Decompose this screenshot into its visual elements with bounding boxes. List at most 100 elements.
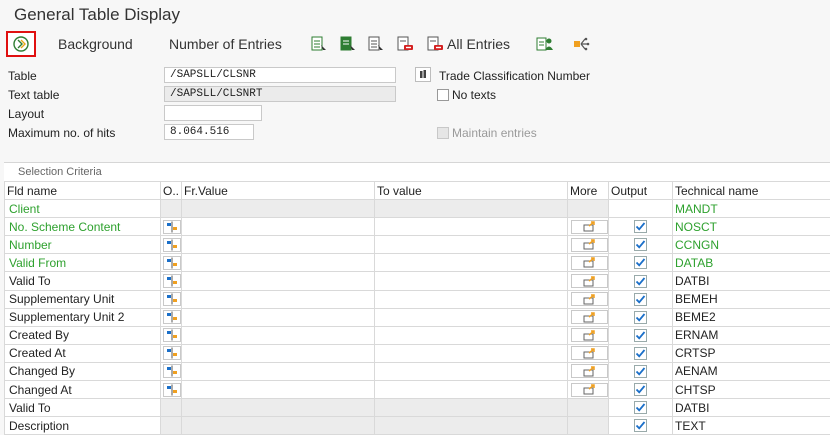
multiple-selection-button[interactable] (571, 237, 608, 252)
row-option-cell[interactable] (160, 361, 182, 382)
output-checkbox[interactable] (611, 220, 670, 234)
output-checkbox[interactable] (611, 238, 670, 252)
row-output-cell[interactable] (608, 343, 673, 363)
row-to-value-input[interactable] (374, 307, 568, 327)
multiple-selection-button[interactable] (571, 292, 608, 307)
output-checkbox[interactable] (611, 419, 670, 433)
field-selection-icon[interactable] (572, 35, 590, 53)
row-from-value-input[interactable] (181, 217, 375, 237)
row-from-value-input[interactable] (181, 361, 375, 382)
selection-option-button[interactable] (163, 346, 181, 361)
user-settings-icon[interactable] (536, 35, 554, 53)
output-checkbox[interactable] (611, 364, 670, 378)
row-from-value-input[interactable] (181, 253, 375, 273)
row-output-cell[interactable] (608, 361, 673, 382)
delete-selection-icon[interactable] (396, 35, 414, 53)
selection-option-button[interactable] (163, 255, 181, 270)
row-to-value-input[interactable] (374, 325, 568, 345)
multiple-selection-button[interactable] (571, 364, 608, 379)
row-option-cell[interactable] (160, 271, 182, 291)
row-to-value-input[interactable] (374, 289, 568, 309)
output-checkbox[interactable] (611, 292, 670, 306)
row-from-value-input[interactable] (181, 289, 375, 309)
row-more-cell[interactable] (567, 235, 609, 255)
column-header-more[interactable]: More (567, 180, 609, 201)
selection-option-button[interactable] (163, 310, 181, 325)
select-all-icon[interactable] (310, 35, 328, 53)
row-option-cell[interactable] (160, 343, 182, 363)
row-output-cell[interactable] (608, 235, 673, 255)
row-from-value-input[interactable] (181, 271, 375, 291)
row-output-cell[interactable] (608, 398, 673, 418)
row-output-cell[interactable] (608, 289, 673, 309)
selection-option-button[interactable] (163, 382, 181, 397)
row-to-value-input[interactable] (374, 235, 568, 255)
row-option-cell[interactable] (160, 235, 182, 255)
row-from-value-input[interactable] (181, 307, 375, 327)
row-to-value-input[interactable] (374, 271, 568, 291)
multiple-selection-button[interactable] (571, 382, 608, 397)
selection-option-button[interactable] (163, 364, 181, 379)
selection-option-button[interactable] (163, 274, 181, 289)
row-to-value-input[interactable] (374, 380, 568, 400)
row-to-value-input[interactable] (374, 217, 568, 237)
no-texts-checkbox[interactable] (437, 89, 449, 101)
row-output-cell[interactable] (608, 253, 673, 273)
all-entries-icon[interactable] (426, 35, 444, 53)
row-more-cell[interactable] (567, 289, 609, 309)
row-to-value-input[interactable] (374, 253, 568, 273)
column-header-to-value[interactable]: To value (374, 180, 568, 201)
layout-field[interactable] (164, 105, 262, 121)
row-option-cell[interactable] (160, 325, 182, 345)
selection-option-button[interactable] (163, 292, 181, 307)
row-to-value-input[interactable] (374, 361, 568, 382)
output-checkbox[interactable] (611, 346, 670, 360)
row-to-value-input[interactable] (374, 343, 568, 363)
output-checkbox[interactable] (611, 310, 670, 324)
background-button[interactable]: Background (58, 36, 133, 52)
row-output-cell[interactable] (608, 380, 673, 400)
row-output-cell[interactable] (608, 271, 673, 291)
row-option-cell[interactable] (160, 217, 182, 237)
column-header-field-name[interactable]: Fld name (4, 180, 161, 201)
multiple-selection-button[interactable] (571, 274, 608, 289)
output-checkbox[interactable] (611, 274, 670, 288)
row-more-cell[interactable] (567, 361, 609, 382)
multiple-selection-button[interactable] (571, 255, 608, 270)
output-checkbox[interactable] (611, 328, 670, 342)
column-header-output[interactable]: Output (608, 180, 673, 201)
multiple-selection-button[interactable] (571, 219, 608, 234)
row-more-cell[interactable] (567, 380, 609, 400)
row-more-cell[interactable] (567, 307, 609, 327)
row-option-cell[interactable] (160, 307, 182, 327)
row-option-cell[interactable] (160, 253, 182, 273)
row-output-cell[interactable] (608, 325, 673, 345)
row-more-cell[interactable] (567, 253, 609, 273)
column-header-option[interactable]: O.. (160, 180, 182, 201)
selection-option-button[interactable] (163, 237, 181, 252)
row-output-cell[interactable] (608, 217, 673, 237)
column-header-technical-name[interactable]: Technical name (672, 180, 830, 201)
output-checkbox[interactable] (611, 256, 670, 270)
row-output-cell[interactable] (608, 307, 673, 327)
selection-option-button[interactable] (163, 219, 181, 234)
column-header-from-value[interactable]: Fr.Value (181, 180, 375, 201)
row-option-cell[interactable] (160, 380, 182, 400)
row-option-cell[interactable] (160, 289, 182, 309)
deselect-all-icon[interactable] (367, 35, 385, 53)
execute-button[interactable] (6, 31, 36, 57)
number-of-entries-button[interactable]: Number of Entries (169, 36, 282, 52)
row-more-cell[interactable] (567, 343, 609, 363)
multiple-selection-button[interactable] (571, 346, 608, 361)
all-entries-button[interactable]: All Entries (447, 36, 510, 52)
table-info-icon[interactable] (415, 67, 431, 82)
table-field[interactable]: /SAPSLL/CLSNR (164, 67, 396, 83)
row-from-value-input[interactable] (181, 380, 375, 400)
select-block-icon[interactable] (339, 35, 357, 53)
row-from-value-input[interactable] (181, 325, 375, 345)
row-from-value-input[interactable] (181, 343, 375, 363)
output-checkbox[interactable] (611, 401, 670, 415)
row-more-cell[interactable] (567, 271, 609, 291)
row-more-cell[interactable] (567, 217, 609, 237)
multiple-selection-button[interactable] (571, 310, 608, 325)
